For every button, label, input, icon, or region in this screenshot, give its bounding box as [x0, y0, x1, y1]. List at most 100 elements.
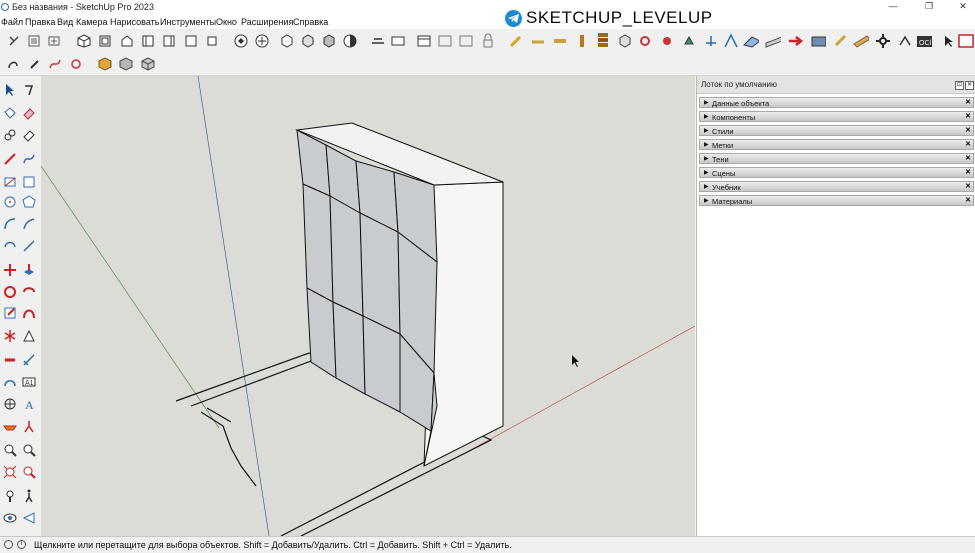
dimension-icon[interactable]: [552, 33, 568, 49]
zoom-window-icon[interactable]: [21, 442, 37, 458]
position-camera-icon[interactable]: [2, 488, 18, 504]
push-pull-icon[interactable]: [21, 262, 37, 278]
shaded-textures-icon[interactable]: [321, 33, 337, 49]
panel-close-icon[interactable]: ✕: [965, 112, 971, 120]
close-window-button[interactable]: ✕: [953, 1, 973, 12]
select-arrow-icon[interactable]: [2, 82, 18, 98]
drawing-viewport[interactable]: [41, 76, 695, 536]
menu-help[interactable]: Справка: [293, 17, 328, 27]
paint-icon[interactable]: [637, 33, 653, 49]
rotate-icon[interactable]: [2, 284, 18, 300]
monochrome-icon[interactable]: [342, 33, 358, 49]
plane-icon[interactable]: [743, 33, 759, 49]
zoom-extents-icon[interactable]: [2, 464, 18, 480]
circle-icon[interactable]: [2, 194, 18, 210]
protractor-icon[interactable]: [574, 33, 590, 49]
select-tool-icon[interactable]: [6, 33, 22, 49]
left-view-icon[interactable]: [183, 33, 199, 49]
panel-scenes[interactable]: ▶ Сцены ✕: [699, 167, 974, 178]
menu-file[interactable]: Файл: [1, 17, 23, 27]
minimize-button[interactable]: —: [883, 1, 903, 11]
iso-view-icon[interactable]: [76, 33, 92, 49]
model-canvas[interactable]: [41, 76, 695, 536]
freehand-icon[interactable]: [21, 151, 37, 167]
info-icon[interactable]: i: [17, 540, 26, 549]
arc-icon[interactable]: [2, 216, 18, 232]
oc-icon[interactable]: OCl: [916, 33, 932, 49]
section-cut-icon[interactable]: [2, 419, 18, 435]
open-file-icon[interactable]: [46, 33, 62, 49]
drill-icon[interactable]: [833, 33, 849, 49]
offset-icon[interactable]: [21, 305, 37, 321]
look-around-icon[interactable]: [2, 510, 18, 526]
panel-materials[interactable]: ▶ Материалы ✕: [699, 195, 974, 206]
panel-close-icon[interactable]: ✕: [965, 154, 971, 162]
section-display-icon[interactable]: [390, 33, 406, 49]
pie-icon[interactable]: [21, 238, 37, 254]
new-file-icon[interactable]: [26, 33, 42, 49]
group-box-icon[interactable]: [118, 56, 134, 72]
panel-shadows[interactable]: ▶ Тени ✕: [699, 153, 974, 164]
shaded-icon[interactable]: [300, 33, 316, 49]
3d-text-icon[interactable]: A: [21, 396, 37, 412]
plank-icon[interactable]: [765, 33, 781, 49]
component-box-icon[interactable]: [97, 56, 113, 72]
paint-bucket-icon[interactable]: [2, 105, 18, 121]
menu-draw[interactable]: Нарисовать: [110, 17, 159, 27]
measure-icon[interactable]: [723, 33, 739, 49]
eraser-icon[interactable]: [21, 105, 37, 121]
panel-tags[interactable]: ▶ Метки ✕: [699, 139, 974, 150]
rotated-rectangle-icon[interactable]: [21, 174, 37, 190]
menu-tools[interactable]: Инструменты: [160, 17, 216, 27]
component-sync-icon[interactable]: [5, 56, 21, 72]
xray-style-icon[interactable]: [233, 33, 249, 49]
menu-view[interactable]: Вид: [57, 17, 73, 27]
lasso-icon[interactable]: [21, 82, 37, 98]
panel-components[interactable]: ▶ Компоненты ✕: [699, 111, 974, 122]
pencil-icon[interactable]: [508, 33, 524, 49]
refresh-tool-icon[interactable]: [68, 56, 84, 72]
menu-extensions[interactable]: Расширения: [241, 17, 293, 27]
red-dot-icon[interactable]: [659, 33, 675, 49]
drawer-icon[interactable]: [810, 33, 826, 49]
board-icon[interactable]: [853, 33, 869, 49]
menu-window[interactable]: Окно: [216, 17, 237, 27]
back-view-icon[interactable]: [161, 33, 177, 49]
front-view-icon[interactable]: [119, 33, 135, 49]
settings-gear-icon[interactable]: [875, 33, 891, 49]
axes-icon[interactable]: [2, 396, 18, 412]
follow-me-icon[interactable]: [21, 284, 37, 300]
right-view-icon[interactable]: [140, 33, 156, 49]
maximize-button[interactable]: ❐: [919, 1, 939, 12]
axes-tool-icon[interactable]: [703, 33, 719, 49]
share-model-icon[interactable]: [437, 33, 453, 49]
panel-styles[interactable]: ▶ Стили ✕: [699, 125, 974, 136]
curve-tool-icon[interactable]: [47, 56, 63, 72]
panel-close-icon[interactable]: ✕: [965, 126, 971, 134]
bottom-view-icon[interactable]: [204, 33, 220, 49]
two-point-arc-icon[interactable]: [21, 216, 37, 232]
cutting-icon[interactable]: [897, 33, 913, 49]
tape-icon[interactable]: [530, 33, 546, 49]
tray-close-icon[interactable]: ✕: [965, 81, 974, 90]
scale-icon[interactable]: [2, 305, 18, 321]
eraser-alt-icon[interactable]: [21, 127, 37, 143]
protractor-tool-icon[interactable]: [2, 374, 18, 390]
wireframe-style-icon[interactable]: [254, 33, 270, 49]
tag-tool-icon[interactable]: [2, 127, 18, 143]
tray-pin-icon[interactable]: ⊡: [955, 81, 964, 90]
top-view-icon[interactable]: [97, 33, 113, 49]
menu-camera[interactable]: Камера: [76, 17, 107, 27]
zoom-icon[interactable]: [2, 442, 18, 458]
polygon-icon[interactable]: [21, 194, 37, 210]
geolocation-icon[interactable]: [4, 540, 13, 549]
lock-icon[interactable]: [480, 33, 496, 49]
line-icon[interactable]: [2, 151, 18, 167]
extra-tool-icon[interactable]: [958, 33, 974, 49]
red-arrow-icon[interactable]: [787, 33, 803, 49]
warehouse-icon[interactable]: [416, 33, 432, 49]
three-point-arc-icon[interactable]: [2, 238, 18, 254]
flip-icon[interactable]: [2, 328, 18, 344]
hidden-line-icon[interactable]: [279, 33, 295, 49]
text-tool-icon[interactable]: A1: [21, 374, 37, 390]
